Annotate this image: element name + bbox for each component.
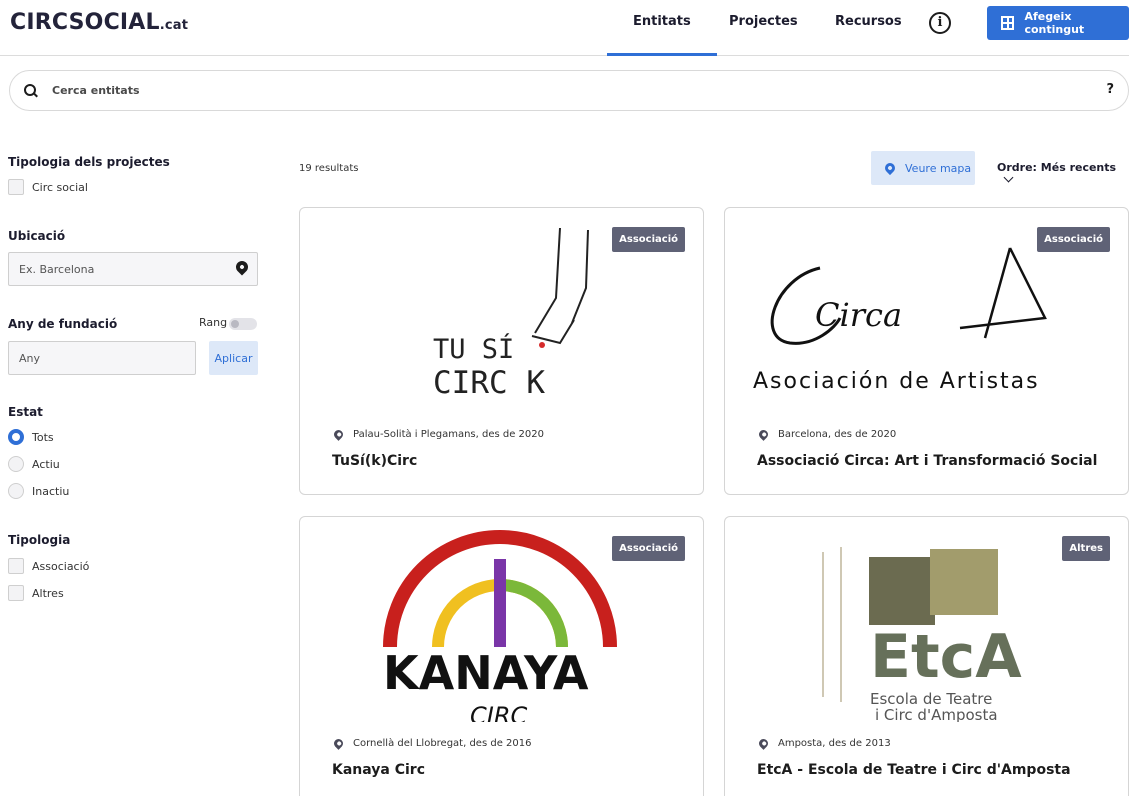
checkbox-box[interactable] (8, 179, 24, 195)
checkbox-label: Altres (32, 586, 64, 600)
range-toggle[interactable] (229, 318, 257, 330)
logo-text-line: EtcA (870, 622, 1022, 692)
entity-title[interactable]: Kanaya Circ (332, 762, 425, 778)
entity-location-text: Palau-Solità i Plegamans, des de 2020 (353, 429, 544, 440)
entity-logo: EtcA Escola de Teatre i Circ d'Amposta (745, 527, 1108, 724)
logo-text-line: Circa (815, 296, 902, 334)
view-map-button[interactable]: Veure mapa (871, 151, 975, 185)
radio-label: Inactiu (32, 484, 70, 498)
entity-card[interactable]: KANAYA CIRC Associació Cornellà del Llob… (299, 516, 704, 796)
results-count: 19 resultats (299, 163, 359, 174)
top-header: CIRCSOCIAL.cat Entitats Projectes Recurs… (0, 0, 1129, 56)
range-label: Rang (199, 316, 228, 329)
entity-location: Amposta, des de 2013 (757, 737, 891, 750)
map-pin-icon (332, 737, 345, 750)
map-pin-icon (757, 737, 770, 750)
logo-text-line: KANAYA (383, 646, 589, 700)
checkbox-box[interactable] (8, 558, 24, 574)
year-placeholder: Any (19, 351, 41, 365)
filter-title-location: Ubicació (8, 229, 66, 243)
sort-label: Ordre: (997, 161, 1037, 174)
search-icon (24, 83, 38, 98)
info-icon[interactable]: i (929, 12, 951, 34)
map-pin-icon (882, 160, 898, 176)
logo-text-line: Asociación de Artistas (753, 369, 1040, 394)
location-placeholder: Ex. Barcelona (19, 262, 95, 276)
tab-entitats[interactable]: Entitats (607, 14, 717, 56)
type-badge: Altres (1062, 536, 1110, 561)
filter-title-founding-year: Any de fundació (8, 317, 118, 331)
entity-card[interactable]: TU SÍ CIRC K Associació Palau-Solità i P… (299, 207, 704, 495)
sort-dropdown[interactable]: Ordre: Més recents (997, 161, 1129, 187)
entity-location: Barcelona, des de 2020 (757, 428, 897, 441)
logo-text-line: CIRC (470, 702, 528, 722)
filter-title-status: Estat (8, 405, 43, 419)
logo-main-text: CIRCSOCIAL (10, 10, 160, 35)
entity-location: Cornellà del Llobregat, des de 2016 (332, 737, 532, 750)
checkbox-box[interactable] (8, 585, 24, 601)
entity-card[interactable]: Circa Asociación de Artistas Associació … (724, 207, 1129, 495)
radio-actiu[interactable]: Actiu (8, 456, 60, 472)
entity-location: Palau-Solità i Plegamans, des de 2020 (332, 428, 544, 441)
add-content-button[interactable]: Afegeix contingut (987, 6, 1129, 40)
type-badge: Associació (1037, 227, 1110, 252)
apply-button[interactable]: Aplicar (209, 341, 258, 375)
tab-projectes[interactable]: Projectes (729, 14, 798, 29)
entity-card[interactable]: EtcA Escola de Teatre i Circ d'Amposta A… (724, 516, 1129, 796)
location-input[interactable]: Ex. Barcelona (8, 252, 258, 286)
search-bar: ? (9, 70, 1129, 111)
filter-title-typology: Tipologia (8, 533, 71, 547)
checkbox-altres[interactable]: Altres (8, 585, 64, 601)
checkbox-associacio[interactable]: Associació (8, 558, 89, 574)
search-input[interactable] (52, 84, 952, 97)
radio-button[interactable] (8, 483, 24, 499)
logo-text-line: CIRC K (433, 365, 545, 401)
type-badge: Associació (612, 227, 685, 252)
radio-tots[interactable]: Tots (8, 429, 54, 445)
entity-location-text: Cornellà del Llobregat, des de 2016 (353, 738, 532, 749)
map-pin-icon (332, 428, 345, 441)
help-icon[interactable]: ? (1106, 82, 1114, 97)
radio-label: Tots (32, 430, 54, 444)
entity-location-text: Barcelona, des de 2020 (778, 429, 897, 440)
chevron-down-icon (1003, 172, 1014, 183)
checkbox-label: Circ social (32, 180, 88, 194)
plus-square-icon (1001, 16, 1015, 30)
logo-text-line: i Circ d'Amposta (875, 706, 998, 722)
tab-recursos[interactable]: Recursos (835, 14, 902, 29)
year-input[interactable]: Any (8, 341, 196, 375)
entity-title[interactable]: TuSí(k)Circ (332, 453, 417, 469)
entity-title[interactable]: EtcA - Escola de Teatre i Circ d'Amposta (757, 762, 1071, 778)
site-logo[interactable]: CIRCSOCIAL.cat (10, 10, 188, 35)
map-pin-icon (757, 428, 770, 441)
radio-button-selected[interactable] (8, 429, 24, 445)
map-pin-icon[interactable] (233, 258, 251, 276)
entity-title[interactable]: Associació Circa: Art i Transformació So… (757, 453, 1097, 469)
sort-value: Més recents (1040, 161, 1117, 174)
checkbox-circ-social[interactable]: Circ social (8, 179, 88, 195)
filter-title-project-typology: Tipologia dels projectes (8, 155, 170, 169)
radio-label: Actiu (32, 457, 60, 471)
type-badge: Associació (612, 536, 685, 561)
checkbox-label: Associació (32, 559, 90, 573)
add-content-label: Afegeix contingut (1024, 10, 1085, 36)
logo-text-line: TU SÍ (433, 333, 514, 365)
view-map-label: Veure mapa (905, 161, 972, 175)
entity-location-text: Amposta, des de 2013 (778, 738, 891, 749)
radio-inactiu[interactable]: Inactiu (8, 483, 69, 499)
radio-button[interactable] (8, 456, 24, 472)
logo-suffix-text: .cat (159, 18, 189, 33)
